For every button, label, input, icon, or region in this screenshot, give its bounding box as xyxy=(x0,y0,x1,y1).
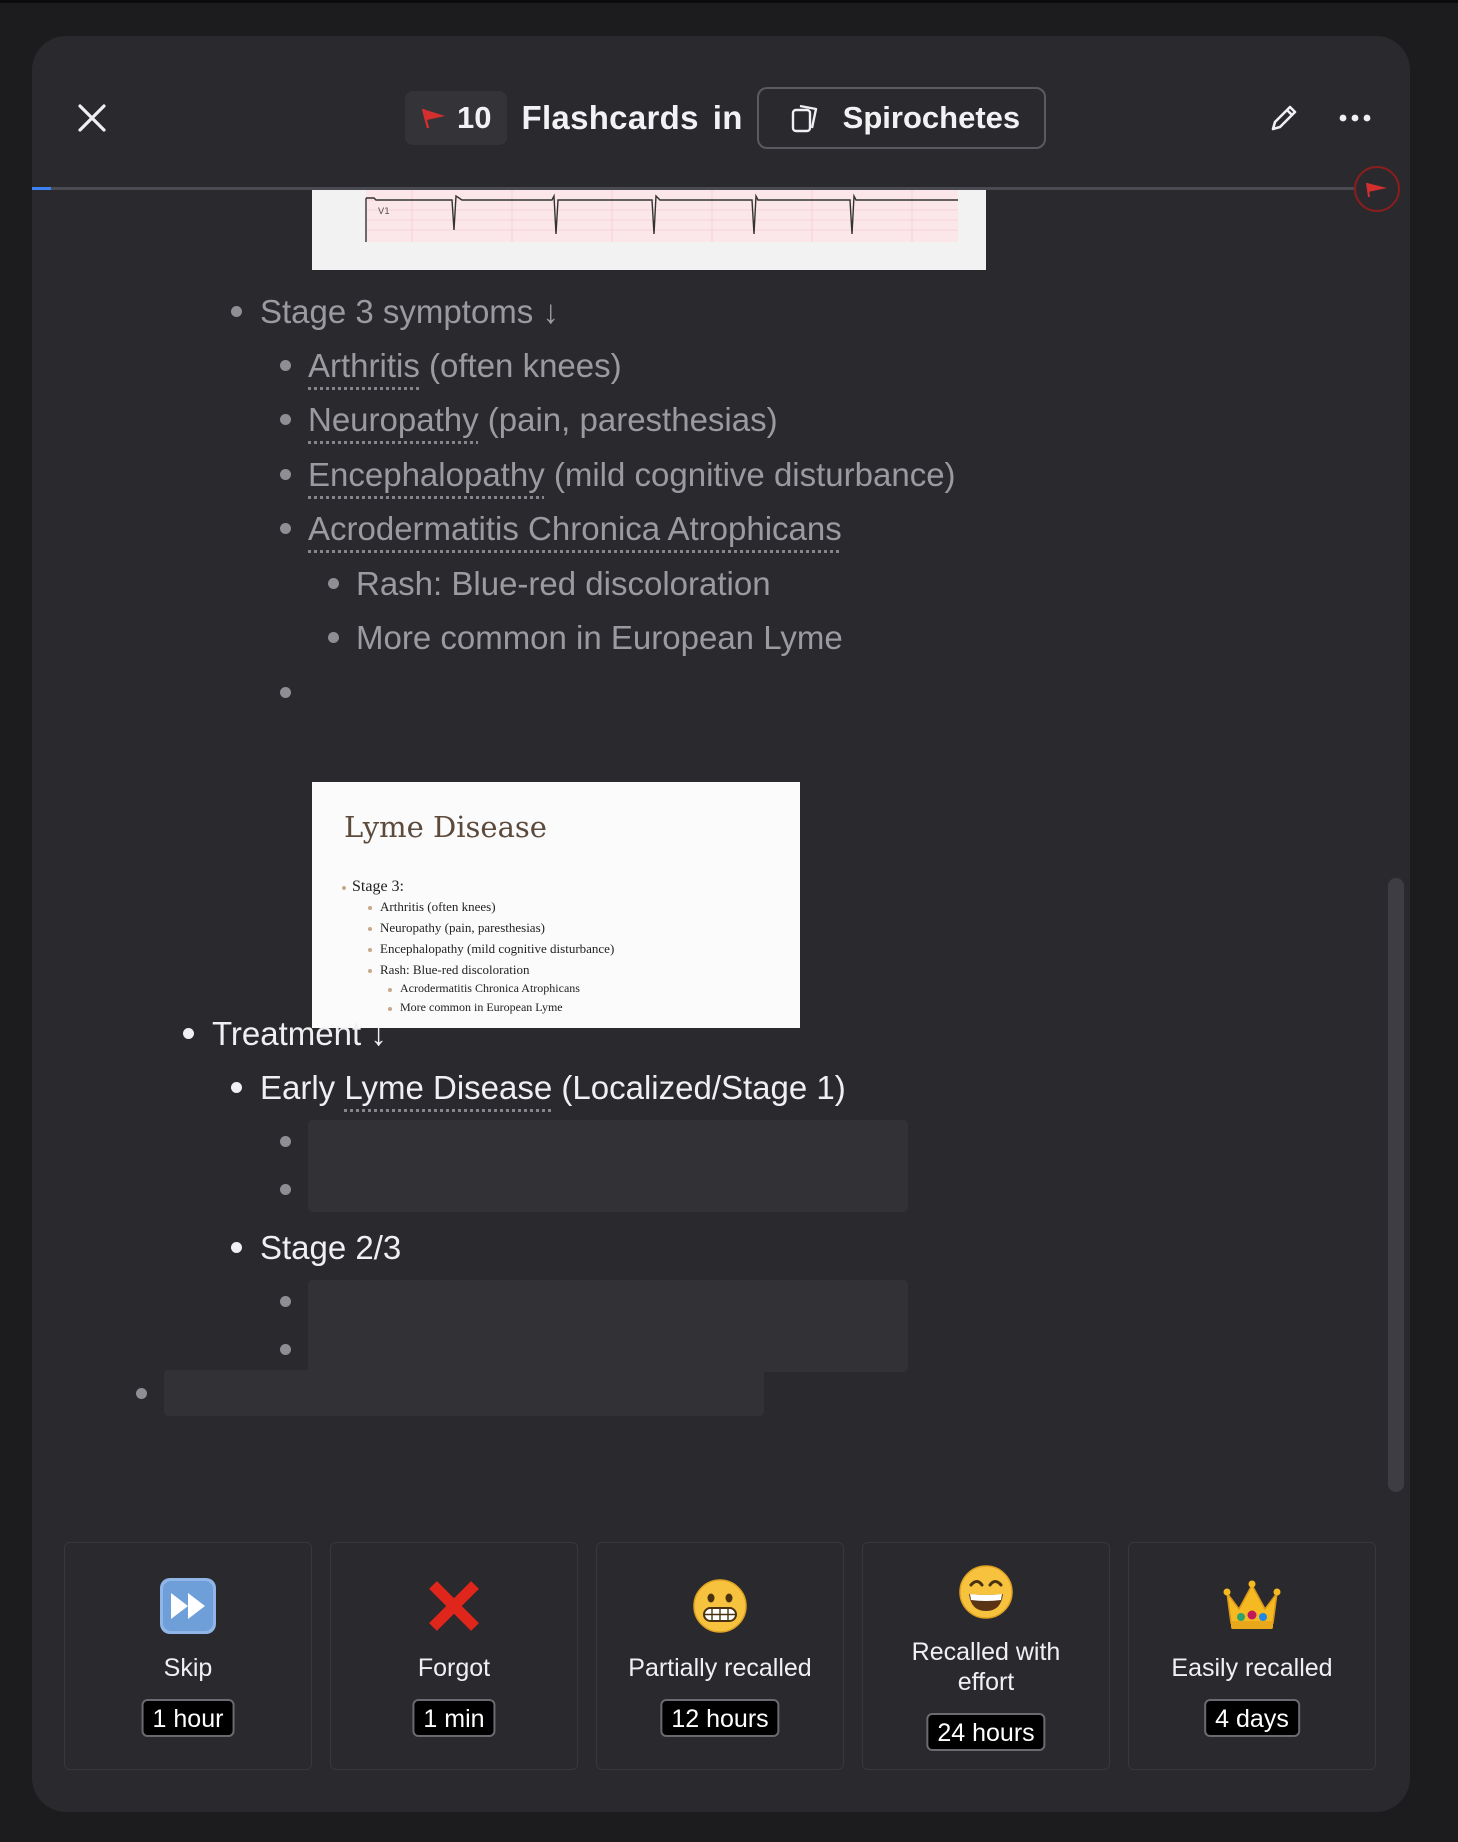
list-item: Acrodermatitis Chronica Atrophicans xyxy=(308,509,842,549)
list-item: Rash: Blue-red discoloration xyxy=(356,565,771,602)
skip-button[interactable]: Skip 1 hour xyxy=(64,1542,312,1770)
treatment-heading[interactable]: Treatment ↓ xyxy=(212,1014,387,1054)
cloze-term[interactable]: Arthritis xyxy=(308,347,420,384)
list-item: Early Lyme Disease (Localized/Stage 1) xyxy=(260,1069,846,1106)
hidden-answer-block[interactable] xyxy=(164,1370,764,1416)
interval-badge: 4 days xyxy=(1204,1699,1300,1737)
window-top-edge xyxy=(0,0,1458,3)
edit-button[interactable] xyxy=(1260,94,1308,142)
slide-text: Rash: Blue-red discoloration xyxy=(380,962,530,977)
slide-title: Lyme Disease xyxy=(344,810,547,844)
stage3-heading[interactable]: Stage 3 symptoms ↓ xyxy=(260,292,559,332)
hidden-answer-block[interactable] xyxy=(308,1120,908,1212)
fast-forward-icon xyxy=(160,1578,216,1634)
interval-badge: 12 hours xyxy=(660,1699,780,1737)
list-item: Arthritis (often knees) xyxy=(308,347,622,384)
recall-rating-bar: Skip 1 hour Forgot 1 min Partially recal… xyxy=(64,1542,1382,1772)
list-bullet xyxy=(136,1388,147,1399)
deck-name: Spirochetes xyxy=(842,100,1021,135)
list-bullet xyxy=(280,1344,291,1355)
list-bullet xyxy=(280,523,291,534)
list-item: Neuropathy (pain, paresthesias) xyxy=(308,401,778,438)
flashcard-modal: 10 Flashcards in Spirochetes V1 Stage 3 … xyxy=(32,36,1410,1812)
card-content: V1 Stage 3 symptoms ↓ Arthritis (often k… xyxy=(32,190,1392,1530)
slide-text: Acrodermatitis Chronica Atrophicans xyxy=(400,981,580,995)
list-bullet xyxy=(231,1242,242,1253)
cards-icon xyxy=(791,104,817,133)
cross-mark-icon xyxy=(429,1581,479,1631)
grimacing-face-icon xyxy=(693,1579,747,1633)
list-bullet xyxy=(231,306,242,317)
pencil-icon xyxy=(1271,105,1297,131)
cloze-term[interactable]: Neuropathy xyxy=(308,401,479,438)
list-bullet xyxy=(280,1296,291,1307)
svg-text:V1: V1 xyxy=(378,207,390,217)
list-item: More common in European Lyme xyxy=(356,619,843,656)
list-bullet xyxy=(280,1184,291,1195)
list-bullet xyxy=(183,1028,194,1039)
flag-count-badge[interactable]: 10 xyxy=(405,91,508,145)
list-bullet xyxy=(231,1082,242,1093)
scrollbar-thumb[interactable] xyxy=(1388,878,1404,1492)
list-item: Encephalopathy (mild cognitive disturban… xyxy=(308,456,956,493)
more-icon xyxy=(1339,114,1371,122)
grinning-face-icon xyxy=(959,1565,1013,1619)
interval-badge: 1 min xyxy=(412,1699,496,1737)
partially-recalled-button[interactable]: Partially recalled 12 hours xyxy=(596,1542,844,1770)
title-in-word: in xyxy=(712,99,743,136)
close-button[interactable] xyxy=(68,94,116,142)
slide-text: Neuropathy (pain, paresthesias) xyxy=(380,920,545,935)
header-title-group: 10 Flashcards in Spirochetes xyxy=(405,84,1047,152)
page-title: Flashcards xyxy=(521,99,699,136)
close-icon xyxy=(78,104,106,132)
deck-button[interactable]: Spirochetes xyxy=(756,87,1047,149)
slide-text: Encephalopathy (mild cognitive disturban… xyxy=(380,941,615,956)
cloze-term[interactable]: Acrodermatitis Chronica Atrophicans xyxy=(308,510,842,547)
list-bullet xyxy=(280,687,291,698)
flag-count: 10 xyxy=(457,100,492,135)
interval-badge: 24 hours xyxy=(926,1713,1046,1751)
lyme-disease-slide-image: Lyme Disease Stage 3: Arthritis (often k… xyxy=(312,782,800,1028)
cloze-term[interactable]: Encephalopathy xyxy=(308,456,545,493)
crown-icon xyxy=(1223,1580,1281,1629)
more-options-button[interactable] xyxy=(1331,94,1379,142)
slide-text: Stage 3: xyxy=(352,878,404,895)
list-bullet xyxy=(280,360,291,371)
list-bullet xyxy=(328,632,339,643)
list-bullet xyxy=(280,1136,291,1147)
list-item: Stage 2/3 xyxy=(260,1229,402,1266)
recalled-with-effort-button[interactable]: Recalled with effort 24 hours xyxy=(862,1542,1110,1770)
list-bullet xyxy=(280,469,291,480)
forgot-button[interactable]: Forgot 1 min xyxy=(330,1542,578,1770)
ecg-image: V1 xyxy=(312,190,986,270)
list-bullet xyxy=(328,578,339,589)
slide-text: Arthritis (often knees) xyxy=(380,899,496,914)
hidden-answer-block[interactable] xyxy=(308,1280,908,1372)
slide-text: More common in European Lyme xyxy=(400,1000,563,1014)
red-flag-icon xyxy=(421,108,445,129)
cloze-term[interactable]: Lyme Disease xyxy=(344,1069,552,1106)
interval-badge: 1 hour xyxy=(141,1699,235,1737)
easily-recalled-button[interactable]: Easily recalled 4 days xyxy=(1128,1542,1376,1770)
list-bullet xyxy=(280,414,291,425)
